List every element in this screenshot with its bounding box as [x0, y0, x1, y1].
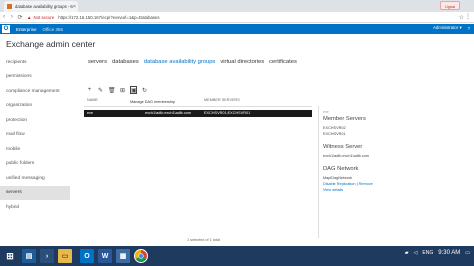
member-server: EXCHSVR02 — [323, 126, 346, 130]
page-title: Exchange admin center — [6, 39, 96, 49]
link-separator: | — [356, 182, 358, 186]
tab-database-availability-groups[interactable]: database availability groups — [144, 59, 216, 65]
dag-network-name: MapiDagNetwork — [323, 176, 353, 180]
manage-dag-membership-icon[interactable]: ▣ — [130, 86, 137, 94]
forward-icon[interactable]: › — [8, 14, 16, 20]
not-secure-label: Not secure — [33, 14, 55, 20]
witness-server-heading: Witness Server — [323, 144, 363, 150]
tab-close-icon[interactable]: × — [73, 4, 76, 10]
sidebar: recipients permissions compliance manage… — [0, 55, 70, 215]
address-bar: ‹ › ⟳ ▲ Not secure https://172.16.150.16… — [0, 12, 474, 23]
server-manager-icon[interactable]: ▤ — [22, 249, 36, 263]
row-name: exe — [87, 111, 94, 116]
browser-tab[interactable]: database availability groups - M × — [4, 1, 78, 12]
witness-server: exch1\adlb.exch1\adlb.com — [323, 154, 370, 158]
tab-servers[interactable]: servers — [88, 59, 107, 65]
omnibox[interactable]: ▲ Not secure https://172.16.150.167/ecp/… — [27, 15, 160, 20]
outlook-icon[interactable]: O — [80, 249, 94, 263]
tab-databases[interactable]: databases — [112, 59, 139, 65]
network-actions: Disable Replication | Remove — [323, 182, 373, 186]
remove-link[interactable]: Remove — [359, 182, 373, 186]
warning-icon: ▲ — [27, 14, 32, 20]
o365-bar: O Enterprise Office 365 Administrator ▾ … — [0, 24, 474, 34]
row-members: EXCHSVR01;EXCHSVR01 — [204, 111, 251, 116]
exchange-favicon-icon — [7, 4, 12, 9]
start-windows-icon[interactable]: ⊞ — [3, 249, 17, 263]
word-icon[interactable]: W — [98, 249, 112, 263]
refresh-icon[interactable]: ↻ — [141, 87, 148, 94]
app-icon[interactable]: ▦ — [116, 249, 130, 263]
tooltip: Manage DAG membership — [129, 100, 176, 104]
notifications-icon[interactable]: ▭ — [465, 250, 470, 256]
table-row[interactable]: exe exch1\adlb.exch1\adlb.com EXCHSVR01;… — [84, 110, 312, 117]
enterprise-link[interactable]: Enterprise — [16, 27, 37, 32]
clock[interactable]: 9:30 AM — [438, 250, 460, 256]
office365-link[interactable]: Office 365 — [43, 27, 63, 32]
member-server: EXCHSVR01 — [323, 132, 346, 136]
sidebar-item-hybrid[interactable]: hybrid — [0, 200, 70, 215]
row-witness: exch1\adlb.exch1\adlb.com — [145, 111, 192, 116]
sub-navigation: servers databases database availability … — [88, 59, 297, 65]
details-pane: exe Member Servers EXCHSVR02 EXCHSVR01 W… — [318, 106, 468, 238]
reload-icon[interactable]: ⟳ — [16, 14, 24, 21]
windows-taskbar: ⊞ ▤ › ▭ O W ▦ ▰ ◁ ENG 9:30 AM ▭ — [0, 246, 474, 266]
member-servers-heading: Member Servers — [323, 116, 366, 122]
add-icon[interactable]: + — [86, 87, 93, 93]
system-tray: ▰ ◁ ENG 9:30 AM ▭ — [405, 250, 470, 256]
help-icon[interactable]: ? — [468, 26, 470, 31]
grid-header: NAME MEMBER SERVERS — [86, 97, 311, 104]
sidebar-item-organization[interactable]: organization — [0, 99, 70, 114]
language-indicator[interactable]: ENG — [422, 250, 433, 256]
chrome-logo-icon — [135, 250, 147, 262]
disable-replication-link[interactable]: Disable Replication — [323, 182, 356, 186]
back-icon[interactable]: ‹ — [0, 14, 8, 20]
grid-body — [84, 106, 312, 232]
sidebar-item-public-folders[interactable]: public folders — [0, 157, 70, 172]
sidebar-item-mobile[interactable]: mobile — [0, 142, 70, 157]
browser-title-bar: database availability groups - M × Ugsai — [0, 0, 474, 12]
sidebar-item-permissions[interactable]: permissions — [0, 70, 70, 85]
network-icon[interactable]: ▰ — [405, 250, 409, 256]
powershell-icon[interactable]: › — [40, 249, 54, 263]
column-member-servers[interactable]: MEMBER SERVERS — [204, 98, 240, 102]
url-text[interactable]: https://172.16.150.167/ecp/?exsvurl=1&p=… — [58, 15, 159, 20]
column-name[interactable]: NAME — [87, 98, 98, 102]
sidebar-item-recipients[interactable]: recipients — [0, 55, 70, 70]
tab-certificates[interactable]: certificates — [269, 59, 297, 65]
view-details-link[interactable]: View details — [323, 188, 343, 192]
dag-network-icon[interactable]: ⊞ — [119, 87, 126, 94]
office-logo-icon[interactable]: O — [2, 25, 10, 33]
selection-count: 1 selected of 1 total — [187, 238, 220, 242]
volume-icon[interactable]: ◁ — [414, 250, 418, 256]
dag-network-heading: DAG Network — [323, 166, 359, 172]
tab-title: database availability groups - M — [15, 4, 73, 9]
sidebar-item-mail-flow[interactable]: mail flow — [0, 128, 70, 143]
delete-icon[interactable]: 🗑 — [108, 87, 116, 94]
toolbar: + ✎ 🗑 ⊞ ▣ ↻ — [86, 86, 148, 94]
browser-menu-icon[interactable]: ⋮ — [465, 13, 471, 20]
sidebar-item-protection[interactable]: protection — [0, 113, 70, 128]
details-dag-name: exe — [323, 110, 329, 114]
view-details-row: View details — [323, 188, 343, 192]
sidebar-item-compliance[interactable]: compliance management — [0, 84, 70, 99]
edit-icon[interactable]: ✎ — [97, 87, 104, 94]
admin-menu[interactable]: Administrator ▾ — [433, 25, 462, 31]
file-explorer-icon[interactable]: ▭ — [58, 249, 72, 263]
profile-chip[interactable]: Ugsai — [440, 1, 461, 10]
bookmark-star-icon[interactable]: ☆ — [459, 14, 464, 21]
sidebar-item-servers[interactable]: servers — [0, 185, 70, 200]
chrome-icon[interactable] — [134, 249, 148, 263]
sidebar-item-unified-messaging[interactable]: unified messaging — [0, 171, 70, 186]
tab-virtual-directories[interactable]: virtual directories — [220, 59, 264, 65]
